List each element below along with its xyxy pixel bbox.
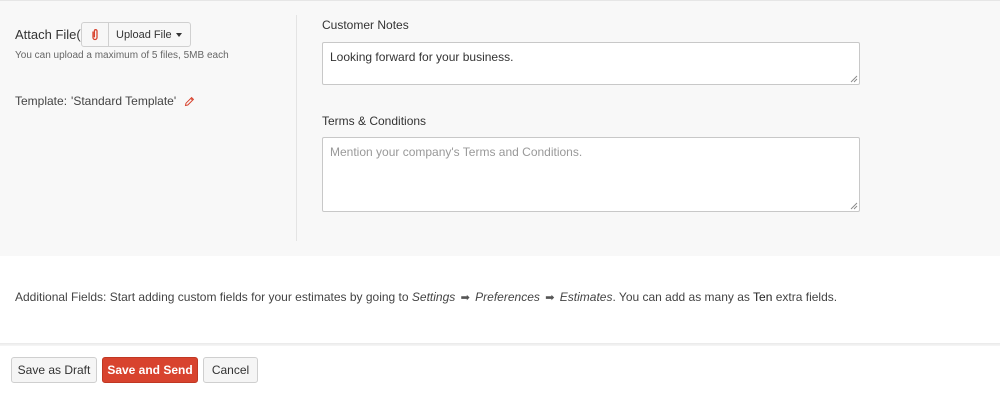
arrow-right-icon: ➡ xyxy=(545,292,555,304)
terms-textarea[interactable]: Mention your company's Terms and Conditi… xyxy=(322,137,860,212)
additional-fields-text-2: . You can add as many as xyxy=(612,290,750,304)
customer-notes-label: Customer Notes xyxy=(322,18,409,32)
attach-hint: You can upload a maximum of 5 files, 5MB… xyxy=(15,50,229,61)
cancel-button[interactable]: Cancel xyxy=(203,357,258,383)
resize-handle-icon[interactable] xyxy=(850,202,858,210)
template-label: Template: xyxy=(15,94,68,108)
save-as-draft-button[interactable]: Save as Draft xyxy=(11,357,97,383)
caret-down-icon xyxy=(175,33,182,37)
resize-handle-icon[interactable] xyxy=(850,75,858,83)
edit-template-button[interactable] xyxy=(184,96,195,107)
terms-label: Terms & Conditions xyxy=(322,114,427,128)
paperclip-icon xyxy=(92,29,98,41)
upload-file-label: Upload File xyxy=(116,28,172,41)
terms-placeholder: Mention your company's Terms and Conditi… xyxy=(330,145,583,159)
attach-clip-button[interactable] xyxy=(82,23,109,46)
customer-notes-value: Looking forward for your business. xyxy=(330,50,514,64)
additional-fields-text-3: extra fields. xyxy=(775,290,838,304)
additional-fields-label: Additional Fields: xyxy=(15,290,107,304)
estimates-path: Estimates xyxy=(559,290,613,304)
ten-highlight: Ten xyxy=(753,290,773,304)
settings-path: Settings xyxy=(411,290,456,304)
column-divider xyxy=(296,15,297,241)
form-top-panel: Attach File(s) Upload File You can uploa… xyxy=(0,0,1000,256)
template-name: 'Standard Template' xyxy=(71,94,177,108)
footer-divider xyxy=(0,343,1000,346)
upload-file-button[interactable]: Upload File xyxy=(109,23,190,46)
additional-fields-info: Additional Fields: Start adding custom f… xyxy=(15,290,837,304)
template-row: Template: 'Standard Template' xyxy=(15,94,195,108)
additional-fields-text: Start adding custom fields for your esti… xyxy=(109,290,409,304)
preferences-path: Preferences xyxy=(475,290,540,304)
attach-button-group: Upload File xyxy=(81,22,191,47)
customer-notes-textarea[interactable]: Looking forward for your business. xyxy=(322,42,860,85)
arrow-right-icon: ➡ xyxy=(460,292,470,304)
save-and-send-button[interactable]: Save and Send xyxy=(102,357,198,383)
pencil-icon xyxy=(184,96,195,106)
